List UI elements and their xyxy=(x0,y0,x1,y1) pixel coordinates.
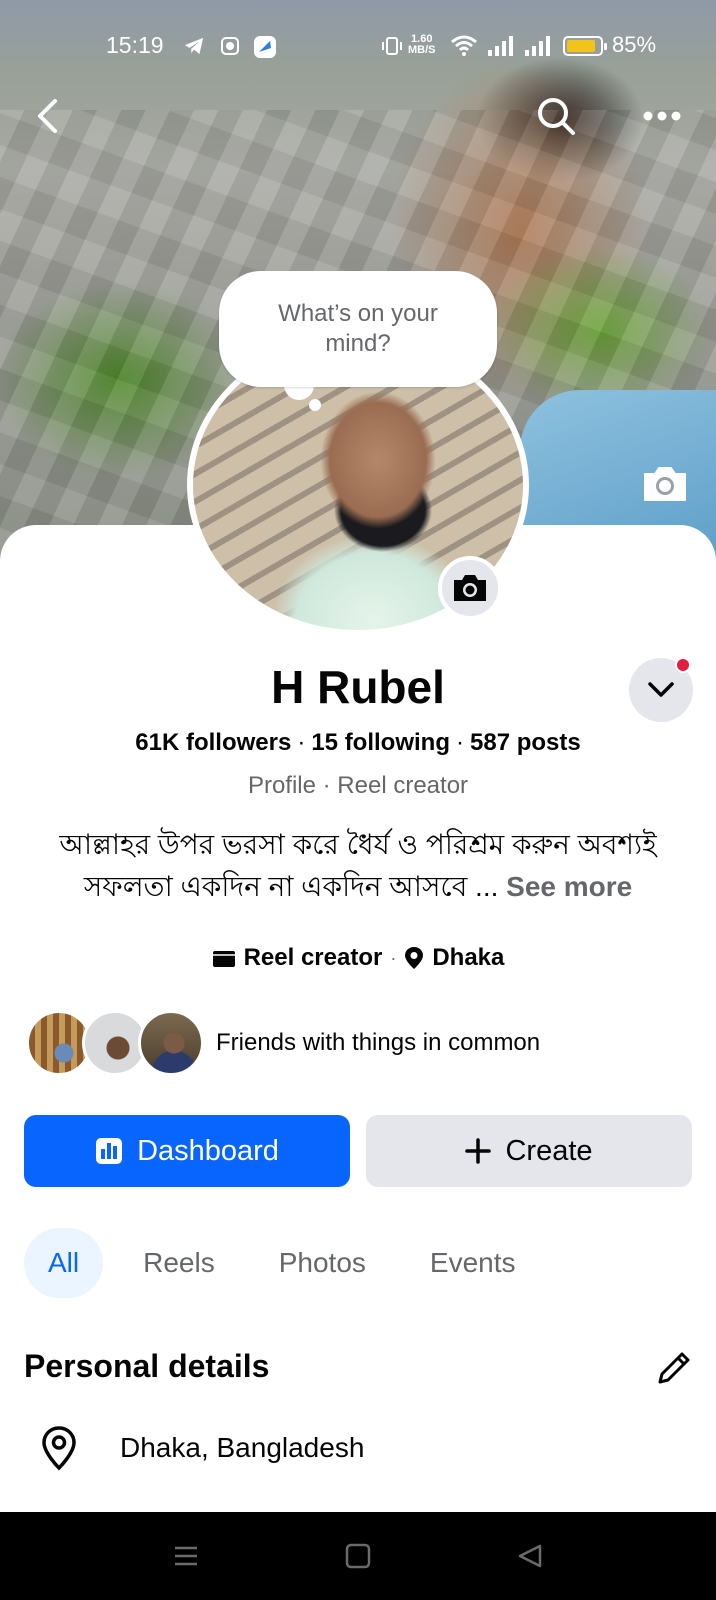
battery-icon xyxy=(563,36,607,56)
see-more-link[interactable]: See more xyxy=(506,871,632,902)
tab-all[interactable]: All xyxy=(24,1228,104,1298)
tab-events[interactable]: Events xyxy=(406,1228,540,1298)
network-speed-unit: MB/S xyxy=(408,44,436,56)
profile-subtitle: Profile · Reel creator xyxy=(247,772,469,799)
battery-percent: 85% xyxy=(612,32,657,57)
status-bar: 15:19 1.60 MB/S 85% xyxy=(0,26,716,66)
camera-icon xyxy=(454,575,486,601)
notification-dot xyxy=(675,657,691,673)
edit-cover-photo-button[interactable] xyxy=(641,464,689,504)
recent-apps-button[interactable] xyxy=(156,1528,216,1584)
signal-icon-sim2 xyxy=(524,36,552,61)
detail-location-text: Dhaka, Bangladesh xyxy=(120,1432,365,1463)
pencil-icon xyxy=(658,1352,690,1384)
tab-photos[interactable]: Photos xyxy=(255,1228,390,1298)
friends-in-common-text: Friends with things in common xyxy=(216,1029,541,1056)
app-notification-icon xyxy=(220,36,240,61)
friend-avatar xyxy=(138,1010,204,1076)
home-square-icon xyxy=(345,1543,371,1569)
more-dots-icon xyxy=(643,111,681,121)
following-count[interactable]: 15 following xyxy=(311,729,450,756)
back-button[interactable] xyxy=(20,88,76,144)
profile-meta: Reel creator · Dhaka xyxy=(0,944,716,972)
system-navigation-bar xyxy=(0,1512,716,1600)
detail-location-row: Dhaka, Bangladesh xyxy=(40,1423,364,1473)
posts-count: 587 posts xyxy=(470,729,581,756)
camera-icon xyxy=(644,467,686,501)
bar-chart-icon xyxy=(96,1138,123,1164)
home-button[interactable] xyxy=(328,1528,388,1584)
dashboard-button[interactable]: Dashboard xyxy=(24,1115,350,1187)
bubble-tail-dot xyxy=(309,399,321,411)
back-system-button[interactable] xyxy=(500,1528,560,1584)
tab-reels[interactable]: Reels xyxy=(119,1228,239,1298)
edit-personal-details-button[interactable] xyxy=(652,1346,696,1390)
back-arrow-icon xyxy=(38,99,57,133)
plus-icon xyxy=(465,1138,492,1164)
chevron-down-icon xyxy=(648,682,674,697)
wifi-icon xyxy=(450,34,478,61)
followers-count[interactable]: 61K followers xyxy=(135,729,291,756)
stats-separator: · xyxy=(456,729,464,756)
dashboard-label: Dashboard xyxy=(137,1134,279,1167)
bubble-text: What’s on your mind? xyxy=(278,300,438,357)
telegram-icon xyxy=(183,36,205,61)
menu-lines-icon xyxy=(175,1546,197,1566)
status-time: 15:19 xyxy=(106,32,164,58)
search-button[interactable] xyxy=(528,88,584,144)
vibrate-icon xyxy=(381,36,403,61)
search-icon xyxy=(538,98,575,135)
location-pin-icon xyxy=(42,1426,76,1471)
profile-category: Reel creator xyxy=(243,944,383,971)
profile-stats: 61K followers · 15 following · 587 posts xyxy=(0,729,716,757)
personal-details-title: Personal details xyxy=(24,1348,270,1384)
whats-on-your-mind-bubble[interactable]: What’s on your mind? xyxy=(219,271,497,387)
browser-notification-icon xyxy=(253,35,277,64)
profile-tabs: All Reels Photos Events xyxy=(24,1228,556,1298)
profile-name: H Rubel xyxy=(271,661,445,713)
location-pin-icon xyxy=(405,947,424,969)
create-label: Create xyxy=(505,1134,593,1167)
edit-profile-picture-button[interactable] xyxy=(438,556,502,620)
profile-location: Dhaka xyxy=(432,944,505,971)
profile-bio: আল্লাহর উপর ভরসা করে ধৈর্য ও পরিশ্রম করু… xyxy=(20,824,696,908)
more-options-button[interactable] xyxy=(634,88,690,144)
mutual-friends-row[interactable]: Friends with things in common xyxy=(26,1010,540,1076)
back-triangle-icon xyxy=(518,1544,542,1568)
stats-separator: · xyxy=(297,729,306,756)
meta-separator: · xyxy=(390,947,397,968)
signal-icon-sim1 xyxy=(487,36,515,61)
network-speed: 1.60 MB/S xyxy=(408,34,436,56)
create-button[interactable]: Create xyxy=(366,1115,692,1187)
clapperboard-icon xyxy=(212,951,235,967)
